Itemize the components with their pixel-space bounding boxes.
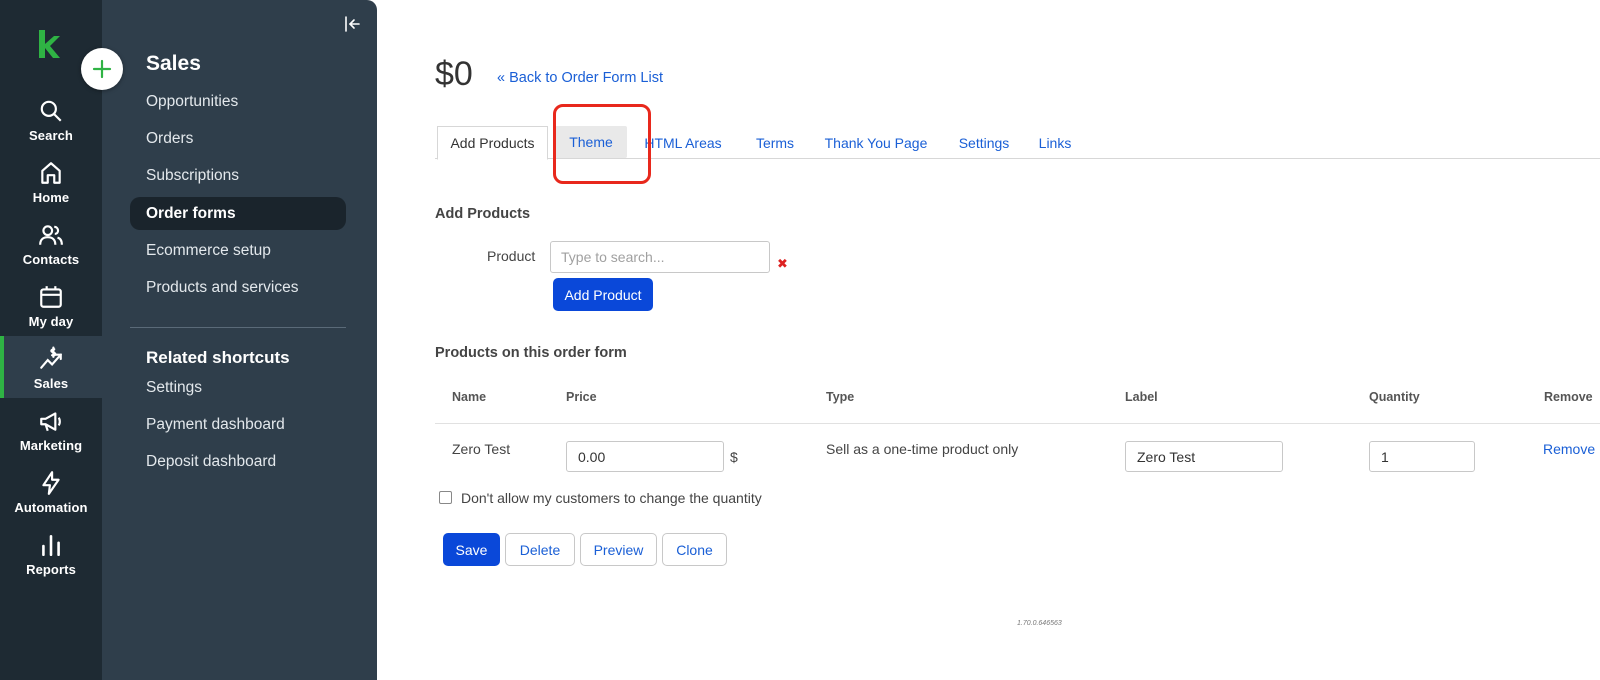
tab-terms[interactable]: Terms [747,126,803,159]
rail-label: Reports [26,562,76,577]
column-header-price: Price [566,390,597,404]
plus-icon [92,59,112,79]
rail-item-contacts[interactable]: Contacts [0,212,102,274]
calendar-icon [40,286,62,308]
rail-item-reports[interactable]: Reports [0,522,102,584]
tab-theme[interactable]: Theme [555,126,627,158]
rail-item-home[interactable]: Home [0,150,102,212]
add-product-button[interactable]: Add Product [553,278,653,311]
currency-symbol: $ [730,449,738,465]
rail-item-my-day[interactable]: My day [0,274,102,336]
clone-button[interactable]: Clone [662,533,727,566]
product-field-label: Product [487,248,536,264]
tab-settings[interactable]: Settings [951,126,1017,159]
rail-item-automation[interactable]: Automation [0,460,102,522]
lock-quantity-label: Don't allow my customers to change the q… [461,490,762,506]
sales-sidebar: Sales Opportunities Orders Subscriptions… [102,0,377,680]
lightning-icon [42,471,60,495]
rail-label: Marketing [19,438,83,453]
rail-label: Contacts [22,252,80,267]
save-button[interactable]: Save [443,533,500,566]
rail-item-search[interactable]: Search [0,88,102,150]
tab-links[interactable]: Links [1033,126,1077,159]
megaphone-icon [40,412,61,432]
quantity-input[interactable] [1369,441,1475,472]
tab-thank-you-page[interactable]: Thank You Page [819,126,933,159]
order-total: $0 [435,55,473,93]
product-search-input[interactable] [550,241,770,273]
clear-search-icon[interactable]: ✖ [777,256,788,272]
column-header-label: Label [1125,390,1158,404]
lock-quantity-checkbox[interactable] [439,491,452,504]
sidebar-title: Sales [146,52,201,75]
order-form-editor: $0 « Back to Order Form List Add Product… [377,0,1600,680]
column-header-type: Type [826,390,855,404]
rail-label: Home [32,190,70,205]
product-name: Zero Test [452,441,511,457]
add-products-heading: Add Products [435,206,531,222]
rail-label: Search [29,128,73,143]
label-input[interactable] [1125,441,1283,472]
column-header-name: Name [452,390,487,404]
sidebar-item-products-and-services[interactable]: Products and services [130,271,346,304]
related-shortcuts-heading: Related shortcuts [146,348,290,367]
shortcut-settings[interactable]: Settings [130,371,346,404]
tab-html-areas[interactable]: HTML Areas [636,126,730,159]
collapse-sidebar-icon[interactable] [342,14,362,34]
column-header-quantity: Quantity [1369,390,1420,404]
sidebar-item-opportunities[interactable]: Opportunities [130,85,346,118]
rail-label: Sales [33,376,69,391]
delete-button[interactable]: Delete [505,533,575,566]
products-on-form-heading: Products on this order form [435,345,627,361]
search-icon [40,100,62,122]
contacts-icon [39,225,63,245]
sidebar-item-subscriptions[interactable]: Subscriptions [130,159,346,192]
rail-label: My day [28,314,74,329]
column-header-remove: Remove [1544,390,1593,404]
rail-label: Automation [14,500,88,515]
sidebar-item-ecommerce-setup[interactable]: Ecommerce setup [130,234,346,267]
rail-item-marketing[interactable]: Marketing [0,398,102,460]
sidebar-item-order-forms[interactable]: Order forms [130,197,346,230]
sidebar-item-orders[interactable]: Orders [130,122,346,155]
preview-button[interactable]: Preview [580,533,657,566]
remove-product-link[interactable]: Remove [1543,441,1595,457]
version-number: 1.70.0.646563 [1017,620,1062,627]
price-input[interactable] [566,441,724,472]
sidebar-divider [130,327,346,328]
create-new-button[interactable] [81,48,123,90]
sales-icon [40,346,62,369]
home-icon [41,162,61,184]
bar-chart-icon [42,535,60,557]
tab-bar: Add Products Theme HTML Areas Terms Than… [435,126,1600,160]
tab-add-products[interactable]: Add Products [437,126,548,160]
back-to-order-form-list-link[interactable]: « Back to Order Form List [497,70,663,86]
shortcut-deposit-dashboard[interactable]: Deposit dashboard [130,445,346,478]
product-type: Sell as a one-time product only [826,441,1019,457]
keap-logo-icon[interactable] [36,28,62,62]
icon-rail: Search Home Contacts My day Sales Market… [0,0,102,680]
table-header-divider [435,423,1600,424]
rail-item-sales[interactable]: Sales [0,336,102,398]
shortcut-payment-dashboard[interactable]: Payment dashboard [130,408,346,441]
